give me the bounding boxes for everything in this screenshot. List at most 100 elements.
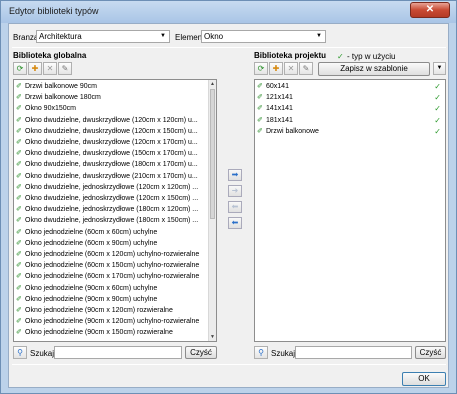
window-type-icon: ✐ xyxy=(257,127,263,135)
list-item-label: 121x141 xyxy=(266,94,293,102)
list-item-label: Okno jednodzielne (90cm x 120cm) rozwier… xyxy=(25,307,173,314)
branza-label: Branza xyxy=(13,33,39,42)
list-item[interactable]: ✐ Drzwi balkonowe ✓ xyxy=(257,127,443,137)
in-use-legend: - typ w użyciu xyxy=(347,52,396,61)
list-item[interactable]: ✐ Okno dwudzielne, jednoskrzydłowe (120cm… xyxy=(16,183,198,193)
window-type-icon: ✐ xyxy=(257,116,263,124)
list-item[interactable]: ✐ Okno dwudzielne, dwuskrzydłowe (210cm x… xyxy=(16,172,198,182)
window-type-icon: ✐ xyxy=(16,318,22,326)
window-type-icon: ✐ xyxy=(16,206,22,214)
list-item[interactable]: ✐ Okno dwudzielne, dwuskrzydłowe (120cm x… xyxy=(16,116,198,126)
list-item[interactable]: ✐ 181x141 ✓ xyxy=(257,116,443,126)
window-type-icon: ✐ xyxy=(16,251,22,258)
refresh-icon[interactable]: ⟳ xyxy=(13,62,27,75)
list-item-label: Okno dwudzielne, dwuskrzydłowe (210cm x … xyxy=(25,172,198,180)
window-type-icon: ✐ xyxy=(16,217,22,225)
list-item[interactable]: ✐ Okno 90x150cm xyxy=(16,104,76,114)
global-library-title: Biblioteka globalna xyxy=(13,51,87,60)
copy-right-icon[interactable]: ➜ xyxy=(228,185,242,197)
project-clear-button[interactable]: Czyść xyxy=(415,346,446,359)
list-item-label: Okno jednodzielne (60cm x 90cm) uchylne xyxy=(25,239,158,247)
list-item-label: Okno jednodzielne (90cm x 150cm) rozwier… xyxy=(25,329,173,337)
list-item[interactable]: ✐ Okno jednodzielne (60cm x 90cm) uchylne xyxy=(16,239,157,249)
list-item[interactable]: ✐ Okno jednodzielne (60cm x 150cm) uchyln… xyxy=(16,261,199,271)
element-select[interactable]: Okno ▼ xyxy=(201,30,326,43)
add-to-project-icon[interactable]: ➡ xyxy=(228,169,242,181)
list-item[interactable]: ✐ Okno jednodzielne (60cm x 120cm) uchyln… xyxy=(16,250,199,260)
list-item[interactable]: ✐ Okno dwudzielne, dwuskrzydłowe (180cm x… xyxy=(16,160,198,170)
in-use-check-icon: ✓ xyxy=(434,104,441,114)
list-item[interactable]: ✐ 60x141 ✓ xyxy=(257,82,443,92)
list-item[interactable]: ✐ Drzwi balkonowe 180cm xyxy=(16,93,101,103)
list-item-label: Drzwi balkonowe 180cm xyxy=(25,94,101,102)
list-item[interactable]: ✐ Okno jednodzielne (90cm x 150cm) rozwie… xyxy=(16,328,173,338)
list-item[interactable]: ✐ 141x141 ✓ xyxy=(257,104,443,114)
delete-icon[interactable]: ✕ xyxy=(284,62,298,75)
project-library-list[interactable]: ✐ 60x141 ✓ ✐ 121x141 ✓ ✐ 141x141 ✓ ✐ 181x141 ✓ ✐ Drzw… xyxy=(254,79,446,342)
edit-icon[interactable]: ✎ xyxy=(299,62,313,75)
list-item[interactable]: ✐ Okno dwudzielne, jednoskrzydłowe (120cm… xyxy=(16,194,198,204)
chevron-down-icon: ▼ xyxy=(316,33,322,39)
window-type-icon: ✐ xyxy=(16,195,22,202)
list-item-label: Okno dwudzielne, dwuskrzydłowe (150cm x … xyxy=(25,150,198,158)
edit-icon[interactable]: ✎ xyxy=(58,62,72,75)
list-item[interactable]: ✐ Okno dwudzielne, dwuskrzydłowe (120cm x… xyxy=(16,127,198,137)
list-item-label: Okno dwudzielne, jednoskrzydłowe (120cm … xyxy=(25,195,199,202)
list-item[interactable]: ✐ Okno jednodzielne (60cm x 60cm) uchylne xyxy=(16,228,157,238)
in-use-check-icon: ✓ xyxy=(434,115,441,125)
dialog-window: Edytor biblioteki typów ✕ Branza Archite… xyxy=(0,0,457,394)
list-item[interactable]: ✐ Okno dwudzielne, jednoskrzydłowe (180cm… xyxy=(16,216,198,226)
in-use-check-icon: ✓ xyxy=(434,126,441,136)
copy-left-icon[interactable]: ⬅ xyxy=(228,201,242,213)
branza-value: Architektura xyxy=(39,32,82,41)
global-list-scrollbar[interactable]: ▲ ▼ xyxy=(208,80,216,341)
list-item[interactable]: ✐ Drzwi balkonowe 90cm xyxy=(16,82,97,92)
scroll-down-icon[interactable]: ▼ xyxy=(209,333,216,341)
title-bar[interactable]: Edytor biblioteki typów ✕ xyxy=(1,1,456,23)
project-search-input[interactable] xyxy=(295,346,412,359)
scroll-up-icon[interactable]: ▲ xyxy=(209,80,216,88)
window-type-icon: ✐ xyxy=(16,228,22,236)
window-type-icon: ✐ xyxy=(16,239,22,247)
refresh-icon[interactable]: ⟳ xyxy=(254,62,268,75)
list-item-label: Okno jednodzielne (60cm x 60cm) uchylne xyxy=(25,228,158,236)
list-item[interactable]: ✐ Okno jednodzielne (60cm x 170cm) uchyln… xyxy=(16,272,199,282)
list-item-label: Okno jednodzielne (60cm x 150cm) uchylno… xyxy=(25,262,200,270)
list-item[interactable]: ✐ Okno jednodzielne (90cm x 120cm) uchyln… xyxy=(16,317,199,327)
list-item[interactable]: ✐ Okno jednodzielne (90cm x 60cm) uchylne xyxy=(16,284,157,294)
list-item-label: 60x141 xyxy=(266,83,289,90)
window-type-icon: ✐ xyxy=(16,116,22,124)
list-item-label: 181x141 xyxy=(266,116,293,124)
window-type-icon: ✐ xyxy=(16,329,22,337)
list-item[interactable]: ✐ Okno dwudzielne, jednoskrzydłowe (180cm… xyxy=(16,205,198,215)
delete-icon[interactable]: ✕ xyxy=(43,62,57,75)
close-button[interactable]: ✕ xyxy=(410,2,450,18)
global-search-input[interactable] xyxy=(54,346,182,359)
add-icon[interactable]: ✚ xyxy=(269,62,283,75)
window-type-icon: ✐ xyxy=(257,105,263,113)
list-item-label: Okno 90x150cm xyxy=(25,105,76,113)
global-library-list[interactable]: ✐ Drzwi balkonowe 90cm ✐ Drzwi balkonowe 18… xyxy=(13,79,217,342)
window-type-icon: ✐ xyxy=(16,139,22,146)
list-item-label: Okno jednodzielne (60cm x 120cm) uchylno… xyxy=(25,251,200,258)
window-type-icon: ✐ xyxy=(16,105,22,113)
ok-button[interactable]: OK xyxy=(402,372,446,386)
add-icon[interactable]: ✚ xyxy=(28,62,42,75)
window-type-icon: ✐ xyxy=(257,83,263,90)
list-item[interactable]: ✐ Okno dwudzielne, dwuskrzydłowe (150cm x… xyxy=(16,149,198,159)
branza-select[interactable]: Architektura ▼ xyxy=(36,30,170,43)
chevron-down-icon[interactable]: ▼ xyxy=(433,62,446,75)
global-clear-button[interactable]: Czyść xyxy=(185,346,217,359)
window-type-icon: ✐ xyxy=(16,183,22,191)
scroll-thumb[interactable] xyxy=(210,89,215,219)
remove-from-project-icon[interactable]: ⬅ xyxy=(228,217,242,229)
list-item[interactable]: ✐ Okno dwudzielne, dwuskrzydłowe (120cm x… xyxy=(16,138,198,148)
list-item-label: Okno jednodzielne (60cm x 170cm) uchylno… xyxy=(25,273,200,281)
list-item-label: Okno dwudzielne, dwuskrzydłowe (120cm x … xyxy=(25,127,198,135)
list-item[interactable]: ✐ 121x141 ✓ xyxy=(257,93,443,103)
list-item[interactable]: ✐ Okno jednodzielne (90cm x 120cm) rozwie… xyxy=(16,306,173,316)
save-template-button[interactable]: Zapisz w szablonie xyxy=(318,62,430,76)
list-item-label: Okno dwudzielne, jednoskrzydłowe (180cm … xyxy=(25,217,199,225)
global-search-label: Szukaj: xyxy=(30,349,57,358)
list-item[interactable]: ✐ Okno jednodzielne (90cm x 90cm) uchylne xyxy=(16,295,157,305)
